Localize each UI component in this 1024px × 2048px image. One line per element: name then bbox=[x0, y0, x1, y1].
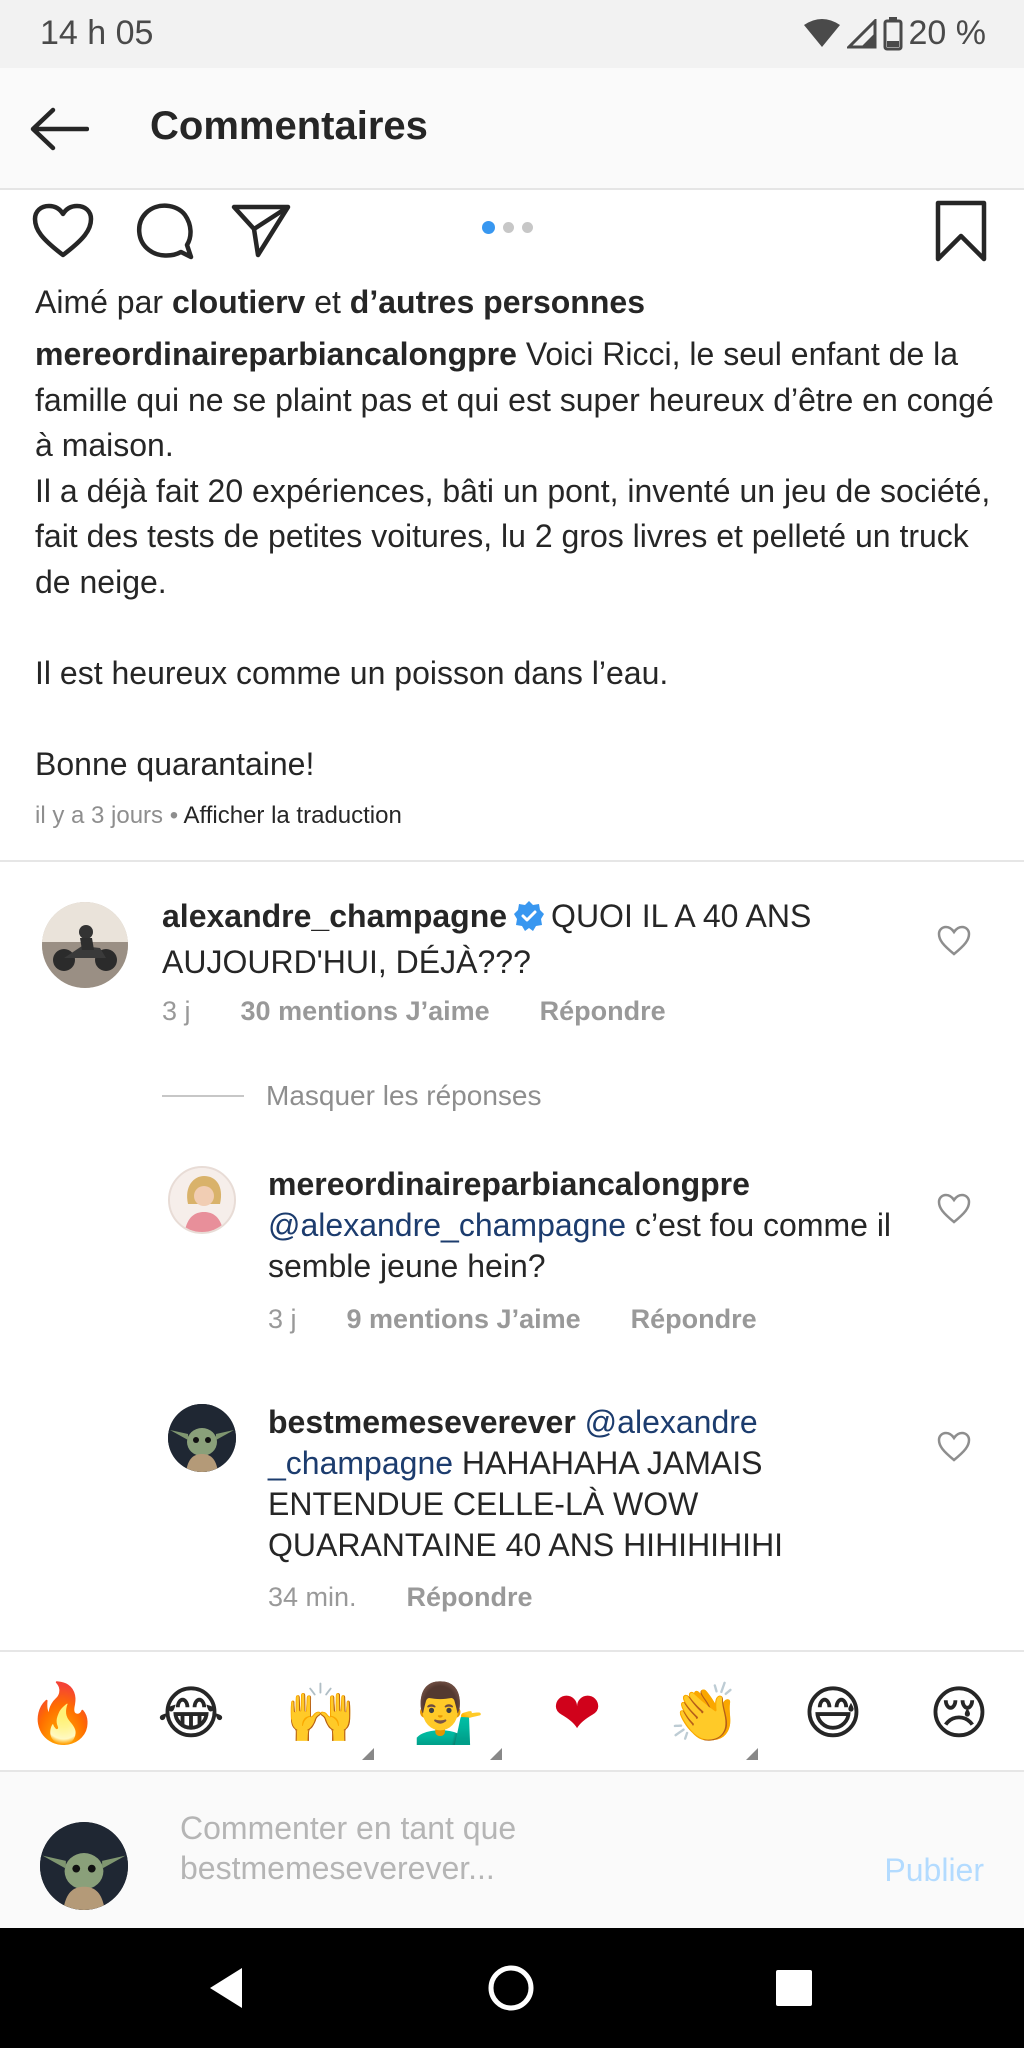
comment-likes-link[interactable]: 30 mentions J’aime bbox=[241, 996, 490, 1027]
reply-button[interactable]: Répondre bbox=[540, 996, 666, 1027]
system-nav-bar bbox=[0, 1928, 1024, 2048]
reply-button[interactable]: Répondre bbox=[407, 1582, 533, 1613]
liked-by-others-link[interactable]: d’autres personnes bbox=[350, 284, 645, 320]
caption-text: Il est heureux comme un poisson dans l’e… bbox=[35, 654, 669, 691]
post-time: il y a 3 jours bbox=[35, 802, 164, 829]
recents-square-icon bbox=[776, 1970, 812, 2006]
battery-percent: 20 % bbox=[908, 14, 987, 52]
nav-back-button[interactable] bbox=[196, 1958, 256, 2018]
sweat-smile-emoji[interactable]: 😅 bbox=[796, 1676, 870, 1750]
hide-replies-line bbox=[162, 1095, 244, 1097]
reply-text: bestmemeseverever @alexandre _champagne … bbox=[268, 1402, 828, 1566]
liked-by-user-link[interactable]: cloutierv bbox=[172, 284, 305, 320]
quick-emoji-bar: 🔥 😂 🙌 💁‍♂️ ❤ 👏 😅 😢 bbox=[0, 1650, 1024, 1772]
back-arrow-icon bbox=[30, 107, 89, 151]
comment-bubble-icon bbox=[137, 203, 194, 260]
wifi-icon bbox=[803, 18, 841, 49]
reply-like-heart-icon[interactable] bbox=[937, 1430, 971, 1464]
meta-separator: • bbox=[163, 802, 184, 829]
reply-like-heart-icon[interactable] bbox=[937, 1192, 971, 1226]
comment-time: 3 j bbox=[162, 996, 191, 1026]
heart-icon bbox=[32, 203, 94, 258]
reply-time: 34 min. bbox=[268, 1582, 357, 1612]
woman-avatar-image bbox=[170, 1168, 234, 1232]
carousel-dot bbox=[482, 221, 495, 234]
reply-meta: 3 j 9 mentions J’aime Répondre bbox=[268, 1304, 757, 1335]
mention-link[interactable]: _champagne bbox=[268, 1445, 453, 1481]
comment-composer: Commenter en tant que bestmemeseverever.… bbox=[0, 1772, 1024, 1928]
post-caption: mereordinaireparbiancalongpre Voici Ricc… bbox=[35, 332, 995, 787]
like-button[interactable] bbox=[30, 198, 96, 264]
caption-text: Bonne quarantaine! bbox=[35, 745, 315, 782]
reply-button[interactable]: Répondre bbox=[631, 1304, 757, 1335]
variants-indicator bbox=[362, 1748, 374, 1760]
mention-link[interactable]: @alexandre bbox=[585, 1404, 758, 1440]
post-meta: il y a 3 jours • Afficher la traduction bbox=[35, 802, 402, 830]
liked-by-and: et bbox=[314, 284, 341, 320]
baby-yoda-avatar-image bbox=[40, 1822, 128, 1910]
page-title: Commentaires bbox=[150, 104, 428, 148]
caption-username[interactable]: mereordinaireparbiancalongpre bbox=[35, 336, 517, 372]
tears-of-joy-emoji[interactable]: 😂 bbox=[154, 1676, 228, 1750]
reply-meta: 34 min. Répondre bbox=[268, 1582, 533, 1613]
clapping-hands-emoji[interactable]: 👏 bbox=[668, 1676, 758, 1760]
signal-icon bbox=[846, 18, 877, 49]
raising-hands-emoji[interactable]: 🙌 bbox=[284, 1676, 374, 1760]
reply-time: 3 j bbox=[268, 1304, 297, 1334]
reply-text: mereordinaireparbiancalongpre @alexandre… bbox=[268, 1164, 908, 1287]
info-desk-man-emoji[interactable]: 💁‍♂️ bbox=[412, 1676, 502, 1760]
carousel-dot bbox=[522, 222, 533, 233]
carousel-dot bbox=[503, 222, 514, 233]
publish-button[interactable]: Publier bbox=[884, 1852, 984, 1889]
translate-link[interactable]: Afficher la traduction bbox=[183, 802, 401, 829]
nav-home-button[interactable] bbox=[481, 1958, 541, 2018]
comment-like-heart-icon[interactable] bbox=[937, 924, 971, 958]
status-time: 14 h 05 bbox=[40, 14, 154, 52]
avatar[interactable] bbox=[168, 1404, 236, 1472]
divider bbox=[0, 860, 1024, 862]
carousel-indicator bbox=[482, 221, 533, 234]
liked-by: Aimé par cloutierv et d’autres personnes bbox=[35, 284, 645, 321]
motorcycle-avatar-image bbox=[42, 902, 128, 988]
comment-input-placeholder: Commenter en tant que bbox=[180, 1810, 517, 1846]
back-triangle-icon bbox=[210, 1968, 242, 2008]
back-button[interactable] bbox=[26, 96, 92, 162]
avatar[interactable] bbox=[42, 902, 128, 988]
verified-badge-icon bbox=[513, 900, 545, 942]
comment-input-placeholder: bestmemeseverever... bbox=[180, 1850, 495, 1886]
caption-text: Il a déjà fait 20 expériences, bâti un p… bbox=[35, 472, 991, 600]
post-actions bbox=[0, 192, 1024, 268]
save-button[interactable] bbox=[928, 198, 994, 264]
send-icon bbox=[231, 204, 291, 258]
reply-likes-link[interactable]: 9 mentions J’aime bbox=[347, 1304, 581, 1335]
liked-by-prefix: Aimé par bbox=[35, 284, 164, 320]
red-heart-emoji[interactable]: ❤ bbox=[540, 1676, 614, 1750]
bookmark-icon bbox=[935, 200, 987, 262]
nav-recents-button[interactable] bbox=[764, 1958, 824, 2018]
crying-face-emoji[interactable]: 😢 bbox=[922, 1676, 996, 1750]
comment-username[interactable]: alexandre_champagne bbox=[162, 898, 507, 934]
variants-indicator bbox=[490, 1748, 502, 1760]
comment-meta: 3 j 30 mentions J’aime Répondre bbox=[162, 996, 666, 1027]
hide-replies-label: Masquer les réponses bbox=[266, 1080, 542, 1111]
comment-text: alexandre_champagne QUOI IL A 40 ANS AUJO… bbox=[162, 896, 882, 983]
share-button[interactable] bbox=[228, 198, 294, 264]
status-icons: 20 % bbox=[803, 14, 987, 53]
hide-replies-toggle[interactable]: Masquer les réponses bbox=[162, 1080, 541, 1112]
variants-indicator bbox=[746, 1748, 758, 1760]
reply-username[interactable]: bestmemeseverever bbox=[268, 1404, 576, 1440]
reply-username[interactable]: mereordinaireparbiancalongpre bbox=[268, 1166, 750, 1202]
avatar bbox=[40, 1822, 128, 1910]
comment-button[interactable] bbox=[132, 198, 198, 264]
baby-yoda-avatar-image bbox=[168, 1404, 236, 1472]
app-header: Commentaires bbox=[0, 68, 1024, 190]
battery-icon bbox=[883, 16, 903, 51]
comment-input[interactable]: Commenter en tant que bestmemeseverever.… bbox=[180, 1808, 660, 1888]
home-circle-icon bbox=[488, 1965, 534, 2011]
status-bar: 14 h 05 20 % bbox=[0, 0, 1024, 68]
mention-link[interactable]: @alexandre_champagne bbox=[268, 1207, 626, 1243]
avatar[interactable] bbox=[168, 1166, 236, 1234]
fire-emoji[interactable]: 🔥 bbox=[26, 1676, 100, 1750]
